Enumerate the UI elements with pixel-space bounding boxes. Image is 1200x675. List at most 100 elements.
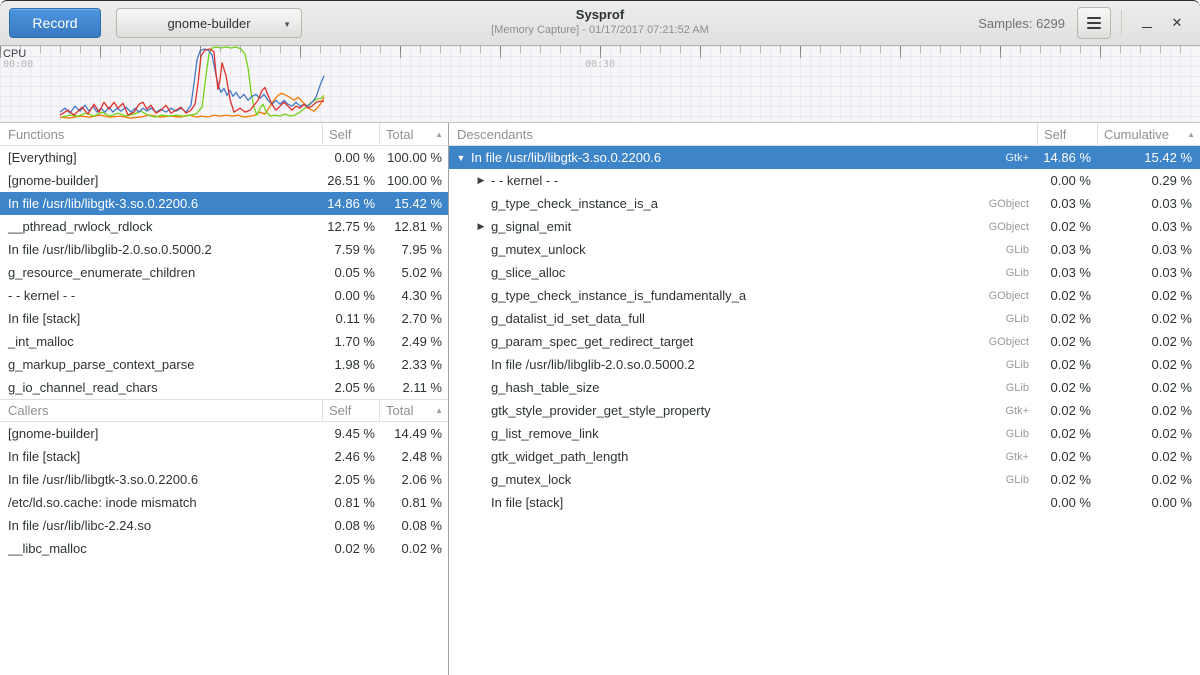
self-percent: 0.02 % (1037, 380, 1097, 395)
process-selector-dropdown[interactable]: gnome-builder ▼ (116, 8, 302, 38)
cumulative-percent: 0.02 % (1097, 472, 1200, 487)
table-row[interactable]: - - kernel - -0.00 %4.30 % (0, 284, 448, 307)
table-row[interactable]: g_resource_enumerate_children0.05 %5.02 … (0, 261, 448, 284)
descendants-self-column-header[interactable]: Self (1037, 123, 1097, 145)
table-row[interactable]: g_mutex_lockGLib0.02 %0.02 % (449, 468, 1200, 491)
descendants-cumulative-column-header[interactable]: Cumulative ▲ (1097, 123, 1200, 145)
library-badge: Gtk+ (1005, 152, 1037, 164)
table-row[interactable]: In file /usr/lib/libgtk-3.so.0.2200.62.0… (0, 468, 448, 491)
self-percent: 0.02 % (1037, 426, 1097, 441)
close-button[interactable]: ✕ (1162, 8, 1192, 38)
record-button[interactable]: Record (9, 8, 101, 38)
table-row[interactable]: In file /usr/lib/libglib-2.0.so.0.5000.2… (449, 353, 1200, 376)
table-row[interactable]: gtk_style_provider_get_style_propertyGtk… (449, 399, 1200, 422)
table-row[interactable]: g_type_check_instance_is_aGObject0.03 %0… (449, 192, 1200, 215)
table-row[interactable]: g_markup_parse_context_parse1.98 %2.33 % (0, 353, 448, 376)
table-row[interactable]: In file [stack]0.00 %0.00 % (449, 491, 1200, 514)
table-row[interactable]: __pthread_rwlock_rdlock12.75 %12.81 % (0, 215, 448, 238)
callers-column-header[interactable]: Callers (0, 403, 322, 418)
callers-table: [gnome-builder]9.45 %14.49 %In file [sta… (0, 422, 448, 560)
cpu-line-red (60, 49, 324, 115)
sort-ascending-icon: ▲ (435, 406, 443, 415)
library-badge: GObject (989, 198, 1037, 210)
functions-column-header[interactable]: Functions (0, 127, 322, 142)
table-row[interactable]: ▼In file /usr/lib/libgtk-3.so.0.2200.6Gt… (449, 146, 1200, 169)
menu-button[interactable] (1077, 7, 1111, 39)
table-row[interactable]: g_mutex_unlockGLib0.03 %0.03 % (449, 238, 1200, 261)
table-row[interactable]: In file [stack]0.11 %2.70 % (0, 307, 448, 330)
main-content: Functions Self Total ▲ [Everything]0.00 … (0, 123, 1200, 675)
expander-expanded-icon[interactable]: ▼ (453, 153, 469, 163)
cumulative-percent: 0.02 % (1097, 403, 1200, 418)
table-row[interactable]: ▶g_signal_emitGObject0.02 %0.03 % (449, 215, 1200, 238)
cpu-graph[interactable]: CPU 00:00 00:30 (0, 46, 1200, 123)
symbol-name: - - kernel - - (0, 288, 322, 303)
descendants-column-header[interactable]: Descendants (449, 127, 1037, 142)
descendants-table: ▼In file /usr/lib/libgtk-3.so.0.2200.6Gt… (449, 146, 1200, 514)
cumulative-percent: 0.02 % (1097, 380, 1200, 395)
symbol-name: - - kernel - - (489, 173, 1029, 188)
table-row[interactable]: g_datalist_id_set_data_fullGLib0.02 %0.0… (449, 307, 1200, 330)
total-percent: 2.06 % (379, 472, 448, 487)
header-separator (1121, 10, 1122, 36)
self-percent: 0.02 % (1037, 219, 1097, 234)
table-row[interactable]: In file /usr/lib/libc-2.24.so0.08 %0.08 … (0, 514, 448, 537)
functions-total-column-header[interactable]: Total ▲ (379, 123, 448, 145)
self-percent: 0.02 % (1037, 403, 1097, 418)
right-panel: Descendants Self Cumulative ▲ ▼In file /… (449, 123, 1200, 675)
timeline-ruler (0, 46, 1200, 58)
expander-collapsed-icon[interactable]: ▶ (473, 221, 489, 232)
callers-self-column-header[interactable]: Self (322, 400, 379, 421)
self-percent: 0.03 % (1037, 196, 1097, 211)
self-percent: 0.00 % (322, 288, 379, 303)
callers-total-column-header[interactable]: Total ▲ (379, 400, 448, 421)
table-row[interactable]: g_hash_table_sizeGLib0.02 %0.02 % (449, 376, 1200, 399)
table-row[interactable]: __libc_malloc0.02 %0.02 % (0, 537, 448, 560)
table-row[interactable]: In file /usr/lib/libglib-2.0.so.0.5000.2… (0, 238, 448, 261)
self-percent: 0.02 % (322, 541, 379, 556)
self-percent: 2.05 % (322, 380, 379, 395)
symbol-name: In file [stack] (0, 449, 322, 464)
left-panel: Functions Self Total ▲ [Everything]0.00 … (0, 123, 449, 675)
table-row[interactable]: [gnome-builder]26.51 %100.00 % (0, 169, 448, 192)
expander-collapsed-icon[interactable]: ▶ (473, 175, 489, 186)
symbol-name: g_hash_table_size (489, 380, 1006, 395)
total-percent: 0.81 % (379, 495, 448, 510)
functions-table-header: Functions Self Total ▲ (0, 123, 448, 146)
self-percent: 0.02 % (1037, 334, 1097, 349)
table-row[interactable]: g_param_spec_get_redirect_targetGObject0… (449, 330, 1200, 353)
table-row[interactable]: [gnome-builder]9.45 %14.49 % (0, 422, 448, 445)
library-badge: GLib (1006, 382, 1037, 394)
self-percent: 2.05 % (322, 472, 379, 487)
self-percent: 1.70 % (322, 334, 379, 349)
table-row[interactable]: g_list_remove_linkGLib0.02 %0.02 % (449, 422, 1200, 445)
symbol-name: In file /usr/lib/libglib-2.0.so.0.5000.2 (489, 357, 1006, 372)
window-title-box: Sysprof [Memory Capture] - 01/17/2017 07… (300, 7, 900, 36)
self-percent: 26.51 % (322, 173, 379, 188)
table-row[interactable]: g_slice_allocGLib0.03 %0.03 % (449, 261, 1200, 284)
timeline-start-label: 00:00 (3, 59, 33, 70)
functions-self-column-header[interactable]: Self (322, 123, 379, 145)
table-row[interactable]: _int_malloc1.70 %2.49 % (0, 330, 448, 353)
table-row[interactable]: [Everything]0.00 %100.00 % (0, 146, 448, 169)
symbol-name: [gnome-builder] (0, 173, 322, 188)
total-percent: 14.49 % (379, 426, 448, 441)
table-row[interactable]: gtk_widget_path_lengthGtk+0.02 %0.02 % (449, 445, 1200, 468)
table-row[interactable]: In file [stack]2.46 %2.48 % (0, 445, 448, 468)
library-badge: Gtk+ (1005, 405, 1037, 417)
cumulative-percent: 0.03 % (1097, 265, 1200, 280)
table-row[interactable]: g_io_channel_read_chars2.05 %2.11 % (0, 376, 448, 399)
total-percent: 7.95 % (379, 242, 448, 257)
total-percent: 12.81 % (379, 219, 448, 234)
table-row[interactable]: g_type_check_instance_is_fundamentally_a… (449, 284, 1200, 307)
library-badge: GObject (989, 336, 1037, 348)
table-row[interactable]: /etc/ld.so.cache: inode mismatch0.81 %0.… (0, 491, 448, 514)
symbol-name: [Everything] (0, 150, 322, 165)
self-percent: 0.02 % (1037, 472, 1097, 487)
self-percent: 0.02 % (1037, 311, 1097, 326)
table-row[interactable]: In file /usr/lib/libgtk-3.so.0.2200.614.… (0, 192, 448, 215)
table-row[interactable]: ▶- - kernel - -0.00 %0.29 % (449, 169, 1200, 192)
minimize-button[interactable] (1132, 8, 1162, 38)
sort-ascending-icon: ▲ (435, 130, 443, 139)
cumulative-percent: 0.02 % (1097, 449, 1200, 464)
